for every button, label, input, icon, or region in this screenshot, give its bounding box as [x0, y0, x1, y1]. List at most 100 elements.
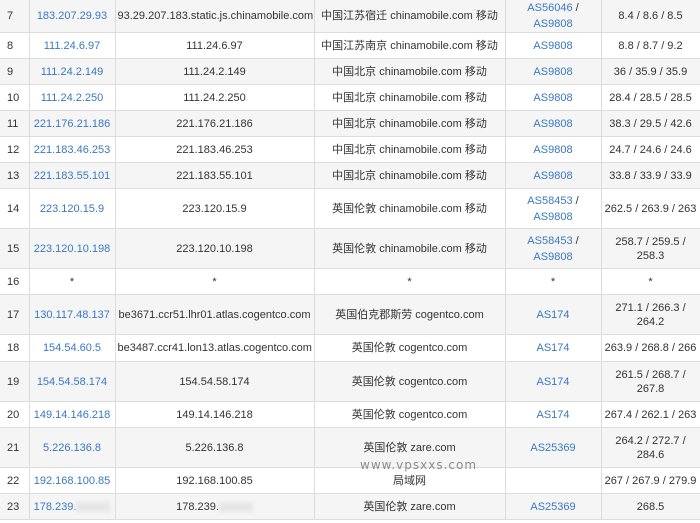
- hostname-text: 192.168.100.85: [176, 474, 253, 487]
- hop-number-cell: 11: [0, 110, 30, 137]
- geo-text: 英国伦敦 cogentco.com: [351, 342, 468, 354]
- ip-link[interactable]: 221.183.55.101: [34, 170, 110, 182]
- asn-link[interactable]: AS58453: [527, 235, 572, 247]
- ip-cell: 223.120.10.198: [29, 228, 116, 269]
- ip-cell: 5.226.136.8: [29, 427, 116, 468]
- asn-link[interactable]: AS25369: [530, 442, 575, 454]
- table-row: 11 221.176.21.186 221.176.21.186 中国北京 china…: [0, 110, 700, 137]
- ip-link[interactable]: 111.24.2.149: [41, 66, 104, 78]
- ip-link[interactable]: 149.14.146.218: [34, 409, 110, 421]
- asn-link[interactable]: AS58453: [527, 195, 572, 207]
- hop-number: 10: [7, 91, 20, 104]
- asn-link[interactable]: AS9808: [533, 92, 572, 104]
- asn-link[interactable]: AS9808: [533, 66, 572, 78]
- hostname-text: 111.24.6.97: [186, 39, 243, 52]
- ip-link[interactable]: 154.54.58.174: [37, 376, 107, 388]
- hostname-text: 221.183.46.253: [176, 143, 253, 156]
- geo-cell: 英国伦敦 cogentco.com: [314, 401, 506, 428]
- asn-link[interactable]: AS9808: [533, 170, 572, 182]
- ip-link[interactable]: 154.54.60.5: [43, 342, 101, 354]
- latency-cell: 267 / 267.9 / 279.9: [601, 467, 700, 494]
- hop-number: 20: [7, 408, 20, 421]
- hostname-text: 149.14.146.218: [176, 408, 253, 421]
- geo-cell: 中国北京 chinamobile.com 移动: [314, 162, 506, 189]
- asn-link[interactable]: AS9808: [533, 251, 572, 263]
- latency-cell: 258.7 / 259.5 / 258.3: [601, 228, 700, 269]
- asn-link[interactable]: AS9808: [533, 118, 572, 130]
- asn-link[interactable]: AS174: [536, 376, 569, 388]
- latency-text: 38.3 / 29.5 / 42.6: [609, 117, 692, 130]
- table-row: 12 221.183.46.253 221.183.46.253 中国北京 china…: [0, 136, 700, 163]
- ip-cell: 221.183.55.101: [29, 162, 116, 189]
- hostname-text: 93.29.207.183.static.js.chinamobile.com: [117, 10, 314, 22]
- geo-cell: 中国江苏南京 chinamobile.com 移动: [314, 32, 506, 59]
- ip-cell: 111.24.6.97: [29, 32, 116, 59]
- ip-link[interactable]: 221.176.21.186: [34, 118, 110, 130]
- ip-cell: 130.117.48.137: [29, 294, 116, 335]
- latency-text: 262.5 / 263.9 / 263: [604, 202, 697, 215]
- ip-link[interactable]: 130.117.48.137: [34, 309, 110, 321]
- asn-cell: *: [505, 268, 602, 295]
- hop-number: 15: [7, 242, 20, 255]
- asn-link[interactable]: AS9808: [533, 211, 572, 223]
- latency-text: 271.1 / 266.3 / 264.2: [615, 301, 686, 328]
- asn-link[interactable]: AS174: [536, 409, 569, 421]
- hop-number-cell: 9: [0, 58, 30, 85]
- traceroute-table: 7 183.207.29.93 93.29.207.183.static.js.ch…: [0, 0, 700, 520]
- hop-number: 23: [7, 500, 20, 513]
- latency-cell: 261.5 / 268.7 / 267.8: [601, 361, 700, 402]
- geo-cell: 英国伯克郡斯劳 cogentco.com: [314, 294, 506, 335]
- ip-link[interactable]: 183.207.29.93: [37, 10, 107, 22]
- asn-link[interactable]: AS9808: [533, 144, 572, 156]
- ip-link[interactable]: 5.226.136.8: [43, 442, 101, 454]
- hop-number: 21: [7, 441, 20, 454]
- ip-link[interactable]: 111.24.2.250: [41, 92, 104, 104]
- ip-link[interactable]: 221.183.46.253: [34, 144, 110, 156]
- table-row: 9 111.24.2.149 111.24.2.149 中国北京 chinamobil…: [0, 58, 700, 85]
- asn-link[interactable]: AS9808: [533, 18, 572, 30]
- geo-cell: 英国伦敦 cogentco.com: [314, 361, 506, 402]
- ip-link[interactable]: 111.24.6.97: [44, 40, 100, 52]
- ip-text: *: [69, 275, 75, 288]
- hostname-cell: 5.226.136.8: [115, 427, 315, 468]
- hostname-text: 221.176.21.186: [176, 117, 253, 130]
- latency-text: 258.7 / 259.5 / 258.3: [615, 235, 686, 262]
- geo-text: 英国伦敦 chinamobile.com 移动: [332, 242, 487, 255]
- hop-number: 8: [7, 39, 14, 52]
- hop-number-cell: 13: [0, 162, 30, 189]
- hostname-text: 223.120.10.198: [176, 242, 253, 255]
- geo-text: 中国北京 chinamobile.com 移动: [332, 91, 487, 104]
- asn-link[interactable]: AS174: [536, 342, 569, 354]
- hop-number-cell: 21: [0, 427, 30, 468]
- asn-cell: AS9808: [505, 58, 602, 85]
- geo-text: 英国伦敦 cogentco.com: [351, 375, 468, 388]
- latency-text: 261.5 / 268.7 / 267.8: [615, 368, 686, 395]
- hostname-text: be3671.ccr51.lhr01.atlas.cogentco.com: [118, 308, 311, 321]
- asn-link[interactable]: AS9808: [533, 40, 572, 52]
- hostname-cell: be3487.ccr41.lon13.atlas.cogentco.com: [115, 334, 315, 362]
- latency-text: 28.4 / 28.5 / 28.5: [609, 91, 692, 104]
- asn-cell: AS58453 /AS9808: [505, 188, 602, 229]
- ip-link[interactable]: 178.239.: [34, 501, 77, 513]
- table-row: 15 223.120.10.198 223.120.10.198 英国伦敦 china…: [0, 228, 700, 269]
- latency-text: 268.5: [636, 500, 665, 513]
- asn-cell: AS9808: [505, 32, 602, 59]
- hostname-text: 111.24.2.149: [183, 65, 246, 78]
- latency-cell: 267.4 / 262.1 / 263: [601, 401, 700, 428]
- latency-cell: 8.4 / 8.6 / 8.5: [601, 0, 700, 33]
- asn-link[interactable]: AS56046: [527, 2, 572, 14]
- asn-link[interactable]: AS25369: [530, 501, 575, 513]
- ip-cell: 154.54.60.5: [29, 334, 116, 362]
- latency-cell: 8.8 / 8.7 / 9.2: [601, 32, 700, 59]
- asn-link[interactable]: AS174: [536, 309, 569, 321]
- latency-cell: 33.8 / 33.9 / 33.9: [601, 162, 700, 189]
- hostname-cell: 221.176.21.186: [115, 110, 315, 137]
- ip-link[interactable]: 223.120.10.198: [34, 243, 110, 255]
- asn-cell: AS58453 /AS9808: [505, 228, 602, 269]
- latency-cell: 264.2 / 272.7 / 284.6: [601, 427, 700, 468]
- ip-link[interactable]: 223.120.15.9: [40, 203, 104, 215]
- hop-number: 9: [7, 65, 14, 78]
- geo-text: 英国伯克郡斯劳 cogentco.com: [335, 308, 484, 321]
- ip-link[interactable]: 192.168.100.85: [34, 475, 110, 487]
- ip-cell: 178.239.: [29, 493, 116, 520]
